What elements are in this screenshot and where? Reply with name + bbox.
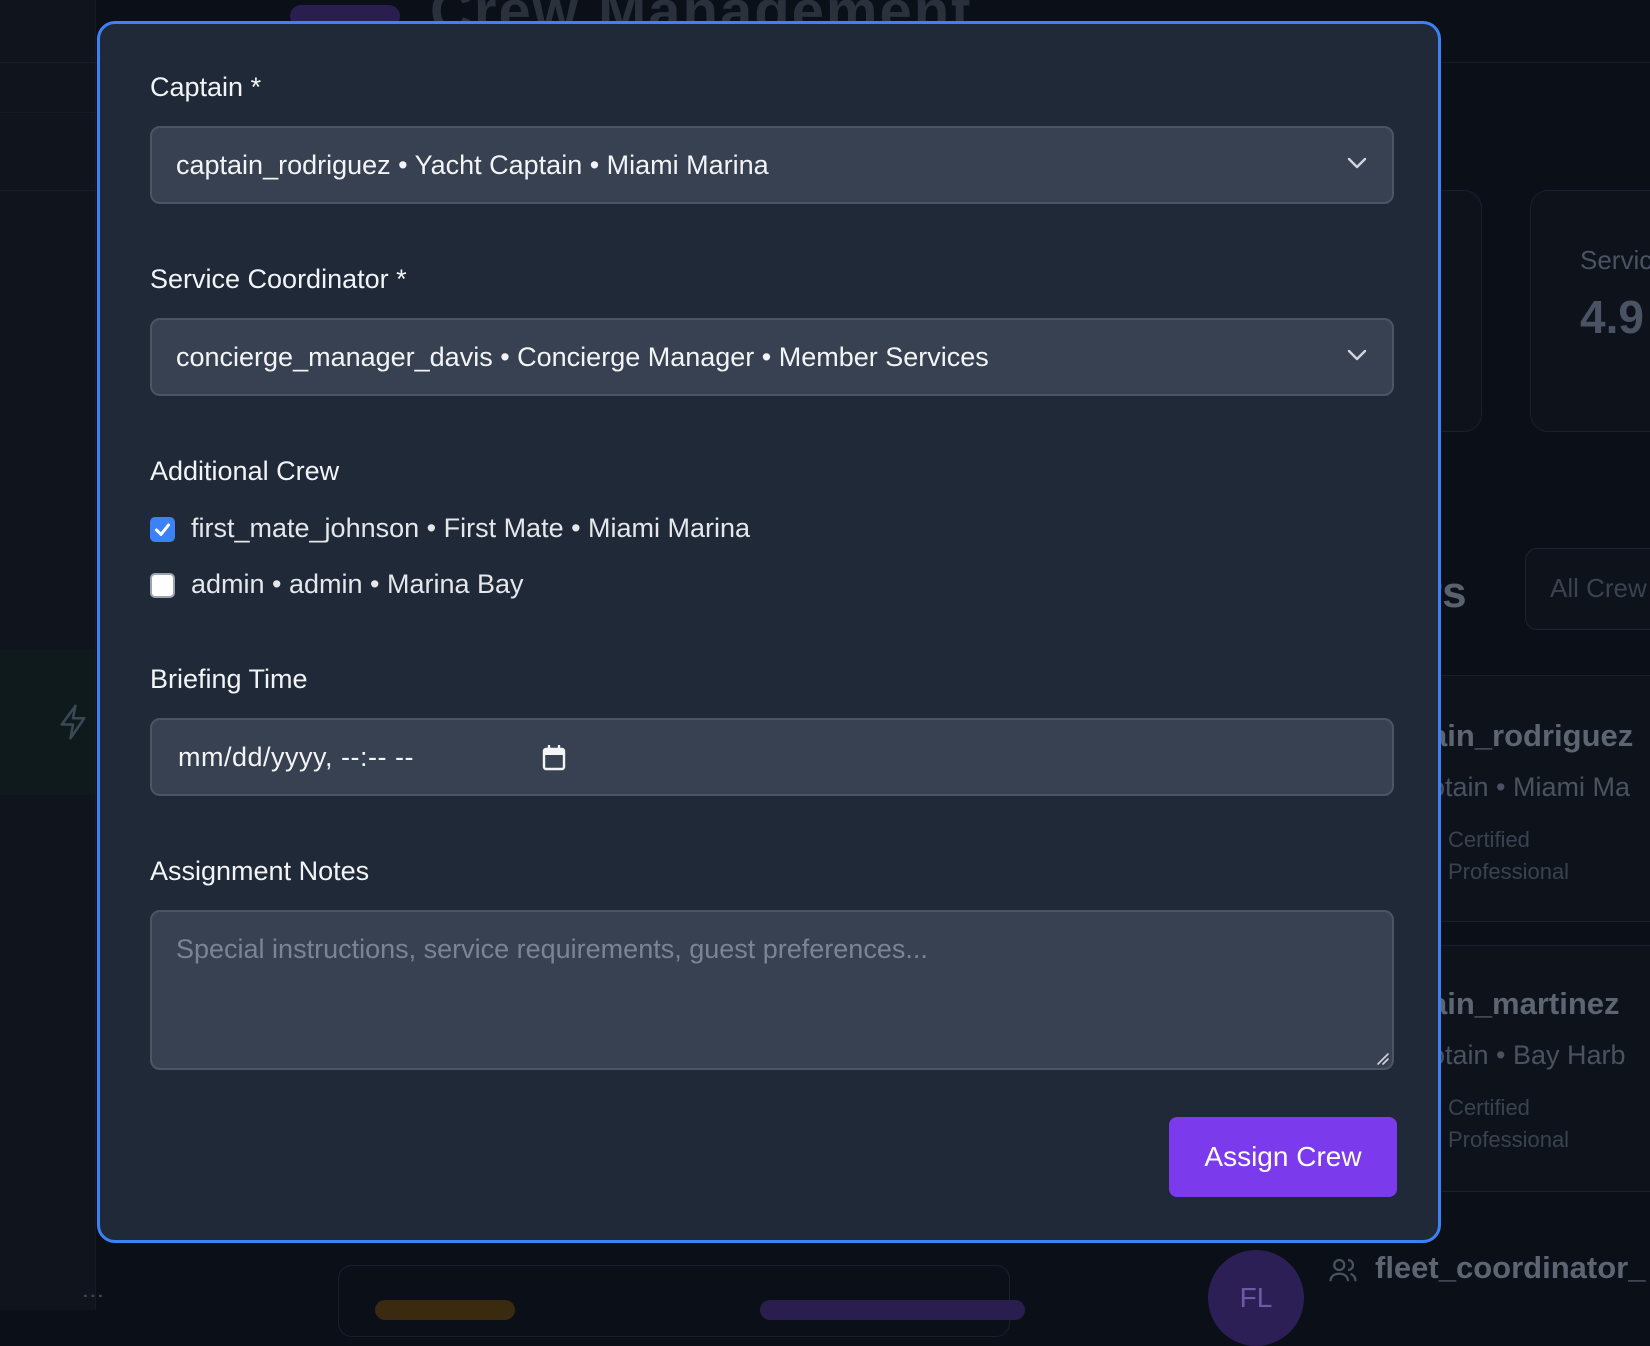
crew-checkbox[interactable]: [150, 573, 175, 598]
coordinator-select[interactable]: concierge_manager_davis • Concierge Mana…: [150, 318, 1394, 396]
briefing-time-label: Briefing Time: [150, 664, 308, 694]
member-badge: Certified Professional: [1448, 824, 1569, 888]
users-icon: [1328, 1255, 1358, 1285]
assignment-notes-label: Assignment Notes: [150, 856, 370, 886]
crew-option-label: first_mate_johnson • First Mate • Miami …: [191, 513, 751, 543]
badge-line: Certified: [1448, 1095, 1530, 1120]
crew-checkbox-checked[interactable]: [150, 517, 175, 542]
briefing-time-input[interactable]: mm/dd/yyyy, --:-- --: [150, 718, 1394, 796]
additional-crew-label: Additional Crew: [150, 456, 340, 486]
badge-line: Professional: [1448, 1127, 1570, 1152]
stat-value: 4.9: [1580, 291, 1644, 343]
assign-crew-button-label: Assign Crew: [1204, 1141, 1362, 1172]
member-name: ain_martinez: [1430, 986, 1620, 1021]
status-pill: [375, 1300, 515, 1320]
chevron-down-icon: [1346, 156, 1368, 170]
crew-option-label: admin • admin • Marina Bay: [191, 569, 524, 599]
member-subtitle: otain • Bay Harb: [1430, 1040, 1626, 1070]
sidebar-divider: [0, 62, 95, 63]
calendar-icon[interactable]: [542, 744, 566, 771]
resize-handle-icon[interactable]: [1374, 1050, 1390, 1066]
stat-label: Servic: [1580, 245, 1650, 275]
filter-button-label: All Crew: [1550, 573, 1647, 603]
member-badge: Certified Professional: [1448, 1092, 1569, 1156]
more-icon[interactable]: ⋮: [80, 1285, 106, 1307]
status-pill: [760, 1300, 1025, 1320]
chevron-down-icon: [1346, 348, 1368, 362]
member-name: fleet_coordinator_: [1375, 1250, 1646, 1285]
assign-crew-button[interactable]: Assign Crew: [1169, 1117, 1397, 1197]
filter-button[interactable]: All Crew: [1525, 548, 1650, 630]
assignment-notes-textarea[interactable]: Special instructions, service requiremen…: [150, 910, 1394, 1070]
notes-placeholder: Special instructions, service requiremen…: [176, 934, 928, 964]
badge-line: Professional: [1448, 859, 1570, 884]
badge-line: Certified: [1448, 827, 1530, 852]
member-name: ain_rodriguez: [1430, 718, 1634, 753]
member-subtitle: otain • Miami Ma: [1430, 772, 1631, 802]
captain-select-value: captain_rodriguez • Yacht Captain • Miam…: [176, 150, 769, 180]
sidebar-divider: [0, 112, 95, 113]
briefing-time-value: mm/dd/yyyy, --:-- --: [178, 742, 414, 772]
coordinator-label: Service Coordinator *: [150, 264, 407, 294]
captain-select[interactable]: captain_rodriguez • Yacht Captain • Miam…: [150, 126, 1394, 204]
bolt-icon: [58, 704, 88, 749]
assign-crew-modal: Captain * captain_rodriguez • Yacht Capt…: [97, 21, 1441, 1243]
captain-label: Captain *: [150, 72, 262, 102]
avatar: FL: [1208, 1250, 1304, 1346]
coordinator-select-value: concierge_manager_davis • Concierge Mana…: [176, 342, 989, 372]
sidebar-divider: [0, 190, 95, 191]
